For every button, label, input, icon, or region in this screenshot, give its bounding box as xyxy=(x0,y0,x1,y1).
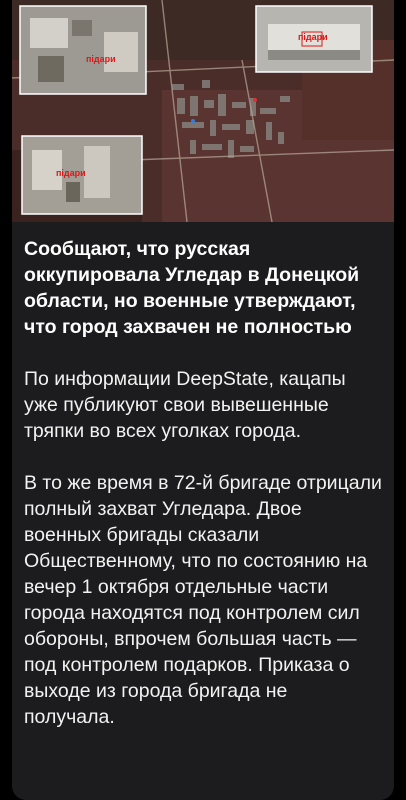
message-paragraph: В то же время в 72-й бригаде отрицали по… xyxy=(24,472,382,728)
satellite-image[interactable]: підари підари підари xyxy=(12,0,394,222)
svg-text:підари: підари xyxy=(86,54,116,64)
inset-photo-1: підари xyxy=(19,5,147,95)
inset-photo-2: підари xyxy=(255,5,373,73)
message-text: Сообщают, что русская оккупировала Углед… xyxy=(12,222,394,730)
satellite-map-graphic: підари підари підари xyxy=(12,0,394,222)
message-headline: Сообщают, что русская оккупировала Углед… xyxy=(24,238,360,338)
svg-text:підари: підари xyxy=(56,168,86,178)
inset-photo-3: підари xyxy=(21,135,143,215)
message-paragraph: По информации DeepState, кацапы уже публ… xyxy=(24,368,346,442)
svg-text:підари: підари xyxy=(298,32,328,42)
